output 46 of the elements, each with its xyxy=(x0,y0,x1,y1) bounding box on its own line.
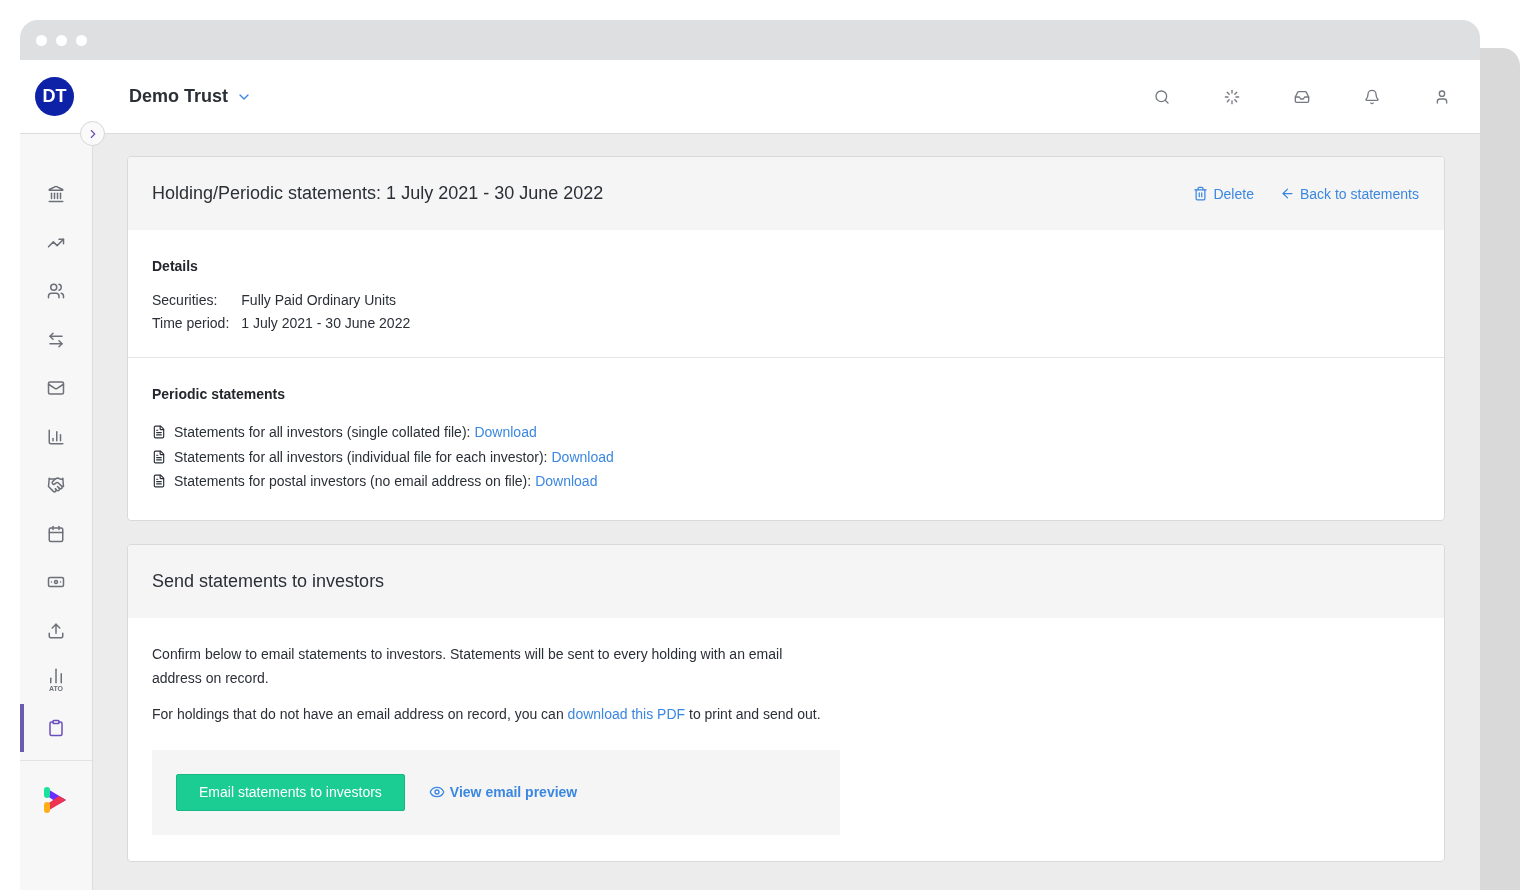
instruction-text: Confirm below to email statements to investors. Statements will be sent to every holding with an email address on record. xyxy=(152,644,784,688)
back-link[interactable]: Back to statements xyxy=(1279,185,1419,202)
account-dropdown[interactable]: Demo Trust xyxy=(129,86,253,107)
upload-icon xyxy=(47,621,65,640)
avatar[interactable]: DT xyxy=(35,77,74,116)
note-text: For holdings that do not have an email address on record, you can download this PDF to print and send out. xyxy=(152,704,822,724)
preview-link[interactable]: View email preview xyxy=(428,784,578,800)
email-button[interactable]: Email statements to investors xyxy=(176,773,405,811)
handshake-icon xyxy=(47,476,65,495)
users-icon xyxy=(47,282,65,301)
detail-label: Securities: xyxy=(152,292,219,308)
mail-icon xyxy=(47,379,65,398)
download-link[interactable]: Download xyxy=(474,420,537,445)
inbox-icon[interactable] xyxy=(1294,88,1310,105)
detail-value: Fully Paid Ordinary Units xyxy=(241,292,398,308)
card-title: Holding/Periodic statements: 1 July 2021 - 30 June 2022 xyxy=(152,183,604,204)
file-description: Statements for all investors (individual file for each investor): xyxy=(174,447,548,467)
pdf-link[interactable]: download this PDF xyxy=(567,705,686,722)
download-link[interactable]: Download xyxy=(535,469,598,494)
window-dot[interactable] xyxy=(76,34,87,46)
bank-icon xyxy=(47,185,65,204)
document-icon xyxy=(152,425,166,440)
eye-icon xyxy=(428,784,445,800)
window-dot[interactable] xyxy=(36,34,47,46)
loader-icon[interactable] xyxy=(1224,88,1240,105)
file-description: Statements for all investors (single collated file): xyxy=(174,423,471,442)
section-heading: Details xyxy=(152,258,199,274)
file-description: Statements for postal investors (no email address on file): xyxy=(174,472,532,491)
arrows-icon xyxy=(47,330,65,349)
bar-chart-icon xyxy=(47,427,65,446)
bar-chart-icon xyxy=(47,666,65,685)
document-icon xyxy=(152,474,166,489)
bell-icon[interactable] xyxy=(1364,88,1380,105)
detail-label: Time period: xyxy=(152,315,230,331)
delete-link[interactable]: Delete xyxy=(1193,185,1254,202)
calendar-icon xyxy=(47,524,65,543)
card-title: Send statements to investors xyxy=(152,570,385,592)
download-link[interactable]: Download xyxy=(551,444,614,469)
section-heading: Periodic statements xyxy=(152,386,287,402)
user-icon[interactable] xyxy=(1434,88,1450,105)
window-dot[interactable] xyxy=(56,34,67,46)
detail-value: 1 July 2021 - 30 June 2022 xyxy=(241,315,412,331)
trash-icon xyxy=(1193,186,1209,201)
clipboard-icon xyxy=(47,718,65,737)
search-icon[interactable] xyxy=(1154,88,1170,105)
document-icon xyxy=(152,449,166,464)
